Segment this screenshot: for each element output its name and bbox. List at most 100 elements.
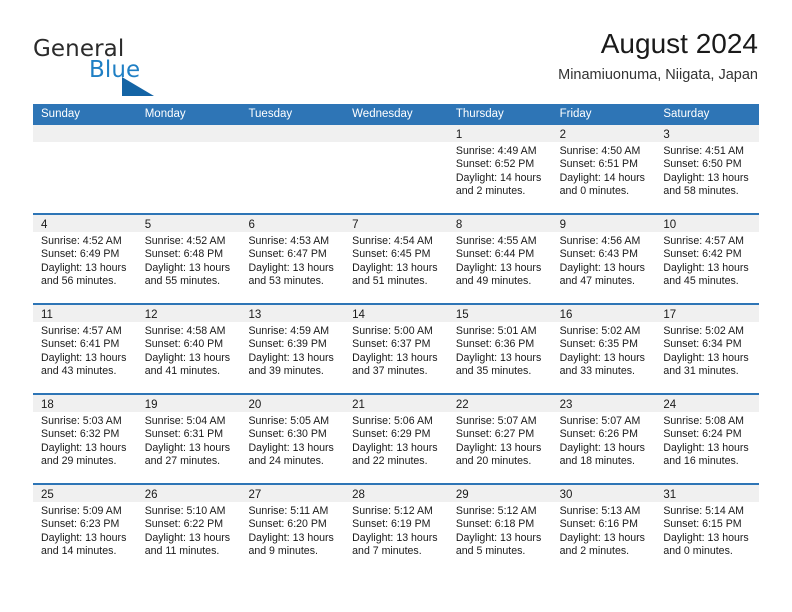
day-cell-1[interactable]: 1 Sunrise: 4:49 AM Sunset: 6:52 PM Daylight… xyxy=(447,125,552,213)
day-sunrise-text: Sunrise: 4:52 AM xyxy=(41,235,122,247)
calendar-page: General Blue August 2024 Minamiuonuma, N… xyxy=(0,0,792,612)
day-number-band: 19 xyxy=(136,395,241,412)
day-cell-26[interactable]: 26 Sunrise: 5:10 AM Sunset: 6:22 PM Dayligh… xyxy=(136,485,241,573)
day-sunset-text: Sunset: 6:50 PM xyxy=(663,158,742,171)
day-number: 27 xyxy=(248,489,262,501)
day-cell-31[interactable]: 31 Sunrise: 5:14 AM Sunset: 6:15 PM Dayligh… xyxy=(655,485,760,573)
day-cell-empty xyxy=(136,125,241,213)
weekday-header-tuesday: Tuesday xyxy=(248,108,293,120)
day-number: 24 xyxy=(663,399,677,411)
day-number: 3 xyxy=(663,129,670,141)
day-cell-24[interactable]: 24 Sunrise: 5:08 AM Sunset: 6:24 PM Dayligh… xyxy=(655,395,760,483)
day-sunrise-text: Sunrise: 5:09 AM xyxy=(41,505,122,517)
day-sunrise-text: Sunrise: 5:00 AM xyxy=(352,325,433,337)
day-sun-info: Sunrise: 5:09 AM Sunset: 6:23 PM Daylight:… xyxy=(33,502,137,558)
day-number-band: 15 xyxy=(447,305,552,322)
day-sunset-text: Sunset: 6:44 PM xyxy=(455,248,535,261)
day-cell-23[interactable]: 23 Sunrise: 5:07 AM Sunset: 6:26 PM Dayligh… xyxy=(551,395,656,483)
day-cell-17[interactable]: 17 Sunrise: 5:02 AM Sunset: 6:34 PM Dayligh… xyxy=(655,305,760,393)
day-daylight2-text: and 49 minutes. xyxy=(455,274,532,287)
day-cell-8[interactable]: 8 Sunrise: 4:55 AM Sunset: 6:44 PM Daylight… xyxy=(447,215,552,303)
day-number: 9 xyxy=(559,219,566,231)
day-number: 18 xyxy=(41,399,54,411)
generalblue-logo[interactable]: General Blue xyxy=(33,36,213,96)
day-sunset-text: Sunset: 6:36 PM xyxy=(455,338,535,351)
day-daylight2-text: and 41 minutes. xyxy=(144,364,221,377)
day-daylight1-text: Daylight: 13 hours xyxy=(559,441,645,454)
day-cell-11[interactable]: 11 Sunrise: 4:57 AM Sunset: 6:41 PM Dayligh… xyxy=(33,305,137,393)
day-cell-12[interactable]: 12 Sunrise: 4:58 AM Sunset: 6:40 PM Dayligh… xyxy=(136,305,241,393)
day-cell-6[interactable]: 6 Sunrise: 4:53 AM Sunset: 6:47 PM Daylight… xyxy=(240,215,345,303)
day-cell-2[interactable]: 2 Sunrise: 4:50 AM Sunset: 6:51 PM Daylight… xyxy=(551,125,656,213)
day-number-band: 17 xyxy=(655,305,760,322)
day-daylight1-text: Daylight: 13 hours xyxy=(41,351,127,364)
day-number: 5 xyxy=(144,219,152,231)
day-daylight1-text: Daylight: 13 hours xyxy=(663,261,749,274)
day-cell-25[interactable]: 25 Sunrise: 5:09 AM Sunset: 6:23 PM Dayligh… xyxy=(33,485,137,573)
day-cell-empty xyxy=(344,125,448,213)
day-daylight1-text: Daylight: 13 hours xyxy=(144,441,231,454)
day-sunset-text: Sunset: 6:41 PM xyxy=(41,338,120,351)
day-cell-16[interactable]: 16 Sunrise: 5:02 AM Sunset: 6:35 PM Dayligh… xyxy=(551,305,656,393)
day-number-band xyxy=(344,125,448,142)
day-sun-info: Sunrise: 5:06 AM Sunset: 6:29 PM Daylight:… xyxy=(344,412,448,468)
day-cell-30[interactable]: 30 Sunrise: 5:13 AM Sunset: 6:16 PM Dayligh… xyxy=(551,485,656,573)
day-sunset-text: Sunset: 6:31 PM xyxy=(144,428,224,441)
day-cell-29[interactable]: 29 Sunrise: 5:12 AM Sunset: 6:18 PM Dayligh… xyxy=(447,485,552,573)
day-cell-21[interactable]: 21 Sunrise: 5:06 AM Sunset: 6:29 PM Dayligh… xyxy=(344,395,448,483)
weekday-header-thursday: Thursday xyxy=(455,108,504,120)
day-daylight2-text: and 31 minutes. xyxy=(663,364,739,377)
page-header: General Blue August 2024 Minamiuonuma, N… xyxy=(0,0,792,96)
day-sunrise-text: Sunrise: 4:51 AM xyxy=(663,145,744,157)
day-daylight1-text: Daylight: 13 hours xyxy=(559,351,645,364)
day-sunrise-text: Sunrise: 5:03 AM xyxy=(41,415,122,427)
day-daylight2-text: and 29 minutes. xyxy=(41,454,117,467)
day-sun-info: Sunrise: 5:07 AM Sunset: 6:26 PM Daylight:… xyxy=(552,412,656,468)
day-number: 10 xyxy=(663,219,677,231)
day-cell-4[interactable]: 4 Sunrise: 4:52 AM Sunset: 6:49 PM Daylight… xyxy=(33,215,137,303)
day-cell-13[interactable]: 13 Sunrise: 4:59 AM Sunset: 6:39 PM Dayligh… xyxy=(240,305,345,393)
calendar-week-row: 4 Sunrise: 4:52 AM Sunset: 6:49 PM Daylight… xyxy=(33,213,760,303)
day-sunset-text: Sunset: 6:29 PM xyxy=(352,428,431,441)
day-daylight1-text: Daylight: 13 hours xyxy=(455,531,542,544)
day-cell-3[interactable]: 3 Sunrise: 4:51 AM Sunset: 6:50 PM Daylight… xyxy=(655,125,760,213)
day-sunset-text: Sunset: 6:39 PM xyxy=(248,338,327,351)
day-cell-10[interactable]: 10 Sunrise: 4:57 AM Sunset: 6:42 PM Dayligh… xyxy=(655,215,760,303)
day-sunset-text: Sunset: 6:35 PM xyxy=(559,338,638,351)
day-number-band: 1 xyxy=(447,125,552,142)
day-cell-28[interactable]: 28 Sunrise: 5:12 AM Sunset: 6:19 PM Dayligh… xyxy=(344,485,448,573)
day-cell-5[interactable]: 5 Sunrise: 4:52 AM Sunset: 6:48 PM Daylight… xyxy=(136,215,241,303)
day-sunrise-text: Sunrise: 5:02 AM xyxy=(559,325,641,337)
day-cell-14[interactable]: 14 Sunrise: 5:00 AM Sunset: 6:37 PM Dayligh… xyxy=(344,305,448,393)
day-cell-18[interactable]: 18 Sunrise: 5:03 AM Sunset: 6:32 PM Dayligh… xyxy=(33,395,137,483)
weekday-header-saturday: Saturday xyxy=(663,108,710,120)
day-cell-20[interactable]: 20 Sunrise: 5:05 AM Sunset: 6:30 PM Dayligh… xyxy=(240,395,345,483)
day-number: 1 xyxy=(455,129,463,141)
day-number: 30 xyxy=(559,489,573,501)
day-daylight2-text: and 27 minutes. xyxy=(144,454,221,467)
day-daylight1-text: Daylight: 13 hours xyxy=(455,261,542,274)
day-sunrise-text: Sunrise: 4:59 AM xyxy=(248,325,330,337)
day-sun-info: Sunrise: 5:13 AM Sunset: 6:16 PM Daylight:… xyxy=(552,502,656,558)
day-sun-info: Sunrise: 4:54 AM Sunset: 6:45 PM Daylight:… xyxy=(344,232,448,288)
day-sunset-text: Sunset: 6:27 PM xyxy=(455,428,535,441)
day-cell-27[interactable]: 27 Sunrise: 5:11 AM Sunset: 6:20 PM Dayligh… xyxy=(240,485,345,573)
day-sunrise-text: Sunrise: 5:12 AM xyxy=(455,505,537,517)
day-number-band: 10 xyxy=(655,215,760,232)
day-number-band: 11 xyxy=(33,305,137,322)
day-cell-22[interactable]: 22 Sunrise: 5:07 AM Sunset: 6:27 PM Dayligh… xyxy=(447,395,552,483)
day-number-band: 3 xyxy=(655,125,760,142)
calendar-week-row: 18 Sunrise: 5:03 AM Sunset: 6:32 PM Dayligh… xyxy=(33,393,760,483)
day-cell-9[interactable]: 9 Sunrise: 4:56 AM Sunset: 6:43 PM Daylight… xyxy=(551,215,656,303)
day-cell-15[interactable]: 15 Sunrise: 5:01 AM Sunset: 6:36 PM Dayligh… xyxy=(447,305,552,393)
day-daylight1-text: Daylight: 13 hours xyxy=(663,171,749,184)
day-number: 25 xyxy=(41,489,54,501)
logo-text-blue: Blue xyxy=(89,57,141,83)
day-sunrise-text: Sunrise: 4:49 AM xyxy=(455,145,537,157)
day-daylight2-text: and 55 minutes. xyxy=(144,274,221,287)
day-cell-19[interactable]: 19 Sunrise: 5:04 AM Sunset: 6:31 PM Dayligh… xyxy=(136,395,241,483)
day-number: 15 xyxy=(455,309,469,321)
day-cell-7[interactable]: 7 Sunrise: 4:54 AM Sunset: 6:45 PM Daylight… xyxy=(344,215,448,303)
day-number-band: 16 xyxy=(551,305,656,322)
day-sun-info: Sunrise: 5:10 AM Sunset: 6:22 PM Daylight:… xyxy=(137,502,241,558)
